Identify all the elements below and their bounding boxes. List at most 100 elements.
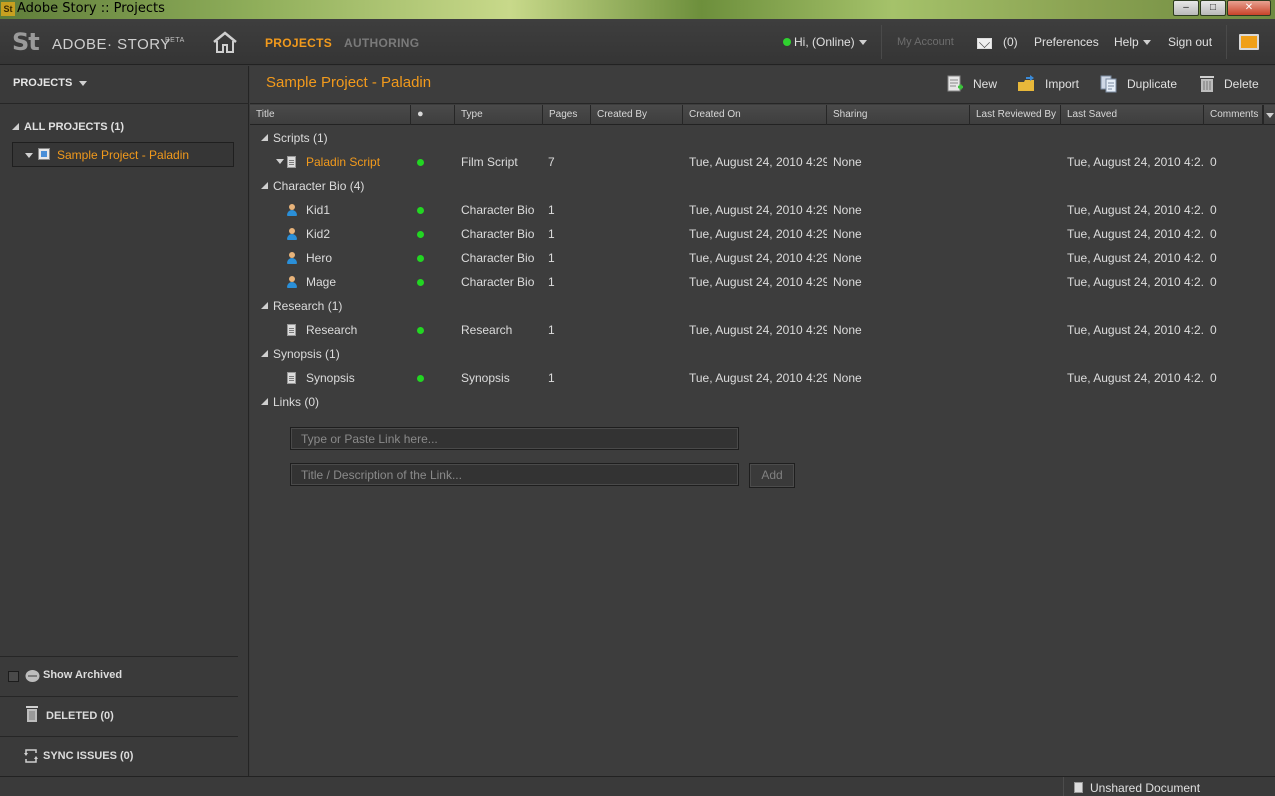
expand-icon[interactable] bbox=[276, 159, 284, 164]
logo-name: ADOBE· STORY bbox=[52, 36, 171, 53]
item-pages: 1 bbox=[548, 275, 555, 289]
status-divider bbox=[1063, 777, 1064, 796]
item-type: Film Script bbox=[461, 155, 518, 169]
sidebar-projects-menu[interactable]: PROJECTS bbox=[13, 77, 88, 89]
table-row[interactable]: Synopsis Synopsis 1 Tue, August 24, 2010… bbox=[250, 366, 1275, 390]
item-created-on: Tue, August 24, 2010 4:29... bbox=[689, 371, 827, 385]
trash-icon[interactable] bbox=[1199, 75, 1215, 93]
column-created-on[interactable]: Created On bbox=[683, 105, 827, 125]
item-created-on: Tue, August 24, 2010 4:29... bbox=[689, 155, 827, 169]
close-button[interactable]: ✕ bbox=[1227, 0, 1271, 16]
item-pages: 1 bbox=[548, 203, 555, 217]
column-last-reviewed-by[interactable]: Last Reviewed By bbox=[970, 105, 1061, 125]
item-title[interactable]: Mage bbox=[306, 275, 406, 289]
link-description-input[interactable] bbox=[290, 463, 739, 486]
all-projects-label: ALL PROJECTS (1) bbox=[24, 121, 125, 133]
my-account-link[interactable]: My Account bbox=[897, 36, 954, 48]
column-pages[interactable]: Pages bbox=[543, 105, 591, 125]
window-controls: – □ ✕ bbox=[1172, 0, 1271, 16]
monitor-icon[interactable] bbox=[1239, 34, 1259, 50]
item-title[interactable]: Research bbox=[306, 323, 406, 337]
table-row[interactable]: Kid2 Character Bio 1 Tue, August 24, 201… bbox=[250, 222, 1275, 246]
group-row-research[interactable]: Research (1) bbox=[250, 294, 1275, 318]
item-type: Character Bio bbox=[461, 251, 535, 265]
column-created-by[interactable]: Created By bbox=[591, 105, 683, 125]
status-icon bbox=[417, 159, 424, 166]
column-status[interactable]: ● bbox=[411, 105, 455, 125]
mail-icon[interactable] bbox=[977, 38, 992, 49]
item-title[interactable]: Synopsis bbox=[306, 371, 406, 385]
help-menu[interactable]: Help bbox=[1114, 35, 1151, 49]
item-comments: 0 bbox=[1210, 275, 1217, 289]
show-archived-label: Show Archived bbox=[43, 669, 123, 681]
status-icon bbox=[417, 375, 424, 382]
import-button[interactable]: Import bbox=[1045, 77, 1079, 91]
item-pages: 1 bbox=[548, 251, 555, 265]
item-comments: 0 bbox=[1210, 227, 1217, 241]
link-url-input[interactable] bbox=[290, 427, 739, 450]
item-last-saved: Tue, August 24, 2010 4:2... bbox=[1067, 251, 1203, 265]
person-icon bbox=[286, 276, 298, 288]
column-title[interactable]: Title bbox=[250, 105, 411, 125]
item-title[interactable]: Kid2 bbox=[306, 227, 406, 241]
group-row-synopsis[interactable]: Synopsis (1) bbox=[250, 342, 1275, 366]
show-archived-row[interactable]: Show Archived bbox=[0, 656, 238, 696]
item-last-saved: Tue, August 24, 2010 4:2... bbox=[1067, 323, 1203, 337]
preferences-link[interactable]: Preferences bbox=[1034, 35, 1099, 49]
expand-icon[interactable] bbox=[261, 350, 268, 357]
duplicate-icon[interactable] bbox=[1100, 75, 1118, 93]
document-icon bbox=[287, 372, 296, 384]
group-row-scripts[interactable]: Scripts (1) bbox=[250, 126, 1275, 150]
item-pages: 1 bbox=[548, 323, 555, 337]
item-title[interactable]: Hero bbox=[306, 251, 406, 265]
delete-button[interactable]: Delete bbox=[1224, 77, 1259, 91]
expand-icon[interactable] bbox=[12, 123, 19, 130]
column-menu-icon[interactable] bbox=[1263, 105, 1275, 125]
add-link-button[interactable]: Add bbox=[749, 463, 795, 488]
group-row-character-bio[interactable]: Character Bio (4) bbox=[250, 174, 1275, 198]
new-document-icon[interactable] bbox=[947, 75, 963, 93]
column-last-saved[interactable]: Last Saved bbox=[1061, 105, 1204, 125]
sign-out-link[interactable]: Sign out bbox=[1168, 35, 1212, 49]
expand-icon[interactable] bbox=[261, 182, 268, 189]
window-title: Adobe Story :: Projects bbox=[17, 1, 165, 16]
item-comments: 0 bbox=[1210, 155, 1217, 169]
deleted-section[interactable]: DELETED (0) bbox=[0, 696, 238, 736]
header-divider bbox=[1226, 25, 1227, 59]
sidebar-project-item[interactable]: Sample Project - Paladin bbox=[12, 142, 234, 167]
all-projects-node[interactable]: ALL PROJECTS (1) bbox=[12, 121, 124, 133]
item-created-on: Tue, August 24, 2010 4:29... bbox=[689, 227, 827, 241]
table-row[interactable]: Hero Character Bio 1 Tue, August 24, 201… bbox=[250, 246, 1275, 270]
column-sharing[interactable]: Sharing bbox=[827, 105, 970, 125]
person-icon bbox=[286, 204, 298, 216]
tab-authoring[interactable]: AUTHORING bbox=[344, 36, 419, 50]
expand-icon[interactable] bbox=[25, 153, 33, 158]
user-menu[interactable]: Hi, (Online) bbox=[794, 35, 867, 49]
import-icon[interactable] bbox=[1017, 75, 1035, 93]
item-created-on: Tue, August 24, 2010 4:29... bbox=[689, 275, 827, 289]
home-icon[interactable] bbox=[212, 31, 238, 53]
table-row[interactable]: Mage Character Bio 1 Tue, August 24, 201… bbox=[250, 270, 1275, 294]
table-row[interactable]: Kid1 Character Bio 1 Tue, August 24, 201… bbox=[250, 198, 1275, 222]
expand-icon[interactable] bbox=[261, 134, 268, 141]
duplicate-button[interactable]: Duplicate bbox=[1127, 77, 1177, 91]
column-type[interactable]: Type bbox=[455, 105, 543, 125]
sync-icon bbox=[24, 749, 38, 763]
sidebar-header[interactable]: PROJECTS bbox=[0, 66, 249, 104]
expand-icon[interactable] bbox=[261, 302, 268, 309]
tab-projects[interactable]: PROJECTS bbox=[265, 36, 332, 50]
new-button[interactable]: New bbox=[973, 77, 997, 91]
group-row-links[interactable]: Links (0) bbox=[250, 390, 1275, 414]
logo-st: St bbox=[12, 28, 40, 56]
expand-icon[interactable] bbox=[261, 398, 268, 405]
minimize-button[interactable]: – bbox=[1173, 0, 1199, 16]
show-archived-checkbox[interactable] bbox=[8, 671, 19, 682]
table-row[interactable]: Paladin Script Film Script 7 Tue, August… bbox=[250, 150, 1275, 174]
restore-button[interactable]: □ bbox=[1200, 0, 1226, 16]
table-row[interactable]: Research Research 1 Tue, August 24, 2010… bbox=[250, 318, 1275, 342]
column-comments[interactable]: Comments bbox=[1204, 105, 1263, 125]
item-title[interactable]: Paladin Script bbox=[306, 155, 406, 169]
item-title[interactable]: Kid1 bbox=[306, 203, 406, 217]
sync-issues-section[interactable]: SYNC ISSUES (0) bbox=[0, 736, 238, 776]
project-toolbar: Sample Project - Paladin New Import Dupl… bbox=[250, 66, 1275, 104]
